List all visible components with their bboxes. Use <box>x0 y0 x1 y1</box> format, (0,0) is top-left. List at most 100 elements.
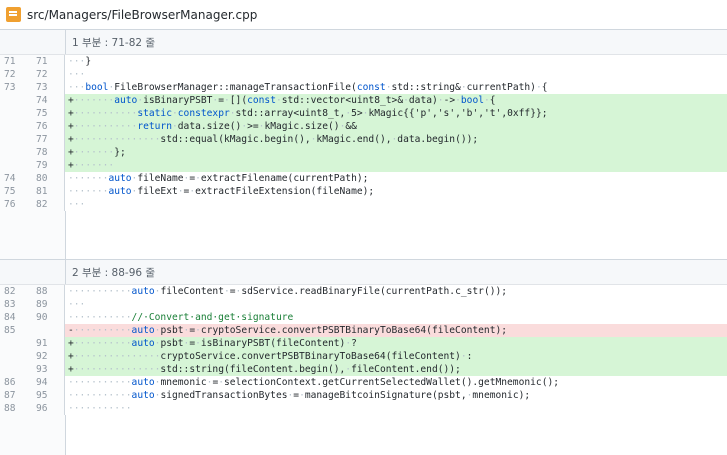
added-line[interactable]: 91 +··········auto·psbt·=·isBinaryPSBT(fi… <box>0 337 727 350</box>
new-line-number: 72 <box>32 68 65 81</box>
hunk-title: 1 부분 : 71-82 줄 <box>72 36 156 49</box>
context-line[interactable]: 84 90 ···········//·Convert·and·get·signat… <box>0 311 727 324</box>
code-text: +·······auto·isBinaryPSBT·=·[](const·std… <box>65 94 727 107</box>
new-line-number: 94 <box>32 376 65 389</box>
old-line-number <box>0 350 32 363</box>
added-line[interactable]: 79 +······· <box>0 159 727 172</box>
code-text: ···········auto·mnemonic·=·selectionCont… <box>68 377 560 388</box>
old-line-number <box>0 133 32 146</box>
old-line-number <box>0 159 32 172</box>
hunk-spacer <box>0 211 727 259</box>
new-line-number: 80 <box>32 172 65 185</box>
context-line[interactable]: 76 82 ··· <box>0 198 727 211</box>
new-line-number: 81 <box>32 185 65 198</box>
new-line-number: 91 <box>32 337 65 350</box>
code-text: ···bool·FileBrowserManager::manageTransa… <box>68 82 548 93</box>
code-text: +···········return·data.size()·>=·kMagic… <box>65 120 727 133</box>
new-line-number: 71 <box>32 55 65 68</box>
new-line-number: 90 <box>32 311 65 324</box>
old-line-number: 84 <box>0 311 32 324</box>
old-line-number: 72 <box>0 68 32 81</box>
code-text: ··· <box>68 299 86 310</box>
code-text: ··········· <box>68 403 132 414</box>
context-line[interactable]: 82 88 ···········auto·fileContent·=·sdServ… <box>0 285 727 298</box>
old-line-number: 87 <box>0 389 32 402</box>
old-line-number: 88 <box>0 402 32 415</box>
code-text: +···············std::equal(kMagic.begin(… <box>65 133 727 146</box>
context-line[interactable]: 71 71 ···} <box>0 55 727 68</box>
old-line-number: 74 <box>0 172 32 185</box>
new-line-number: 82 <box>32 198 65 211</box>
context-line[interactable]: 73 73 ···bool·FileBrowserManager::manageTr… <box>0 81 727 94</box>
diff-hunk: 2 부분 : 88-96 줄 82 88 ···········auto·fileCo… <box>0 259 727 455</box>
old-line-number <box>0 94 32 107</box>
code-text: ···········//·Convert·and·get·signature <box>68 312 294 323</box>
new-line-number: 75 <box>32 107 65 120</box>
added-line[interactable]: 77 +···············std::equal(kMagic.begi… <box>0 133 727 146</box>
code-text: +······· <box>65 159 727 172</box>
new-line-number: 95 <box>32 389 65 402</box>
code-text: +···········static·constexpr·std::array<… <box>65 107 727 120</box>
new-line-number: 73 <box>32 81 65 94</box>
context-line[interactable]: 88 96 ··········· <box>0 402 727 415</box>
code-text: +···············std::string(fileContent.… <box>65 363 727 376</box>
old-line-number <box>0 337 32 350</box>
hunk-gutter <box>0 30 66 54</box>
new-line-number: 96 <box>32 402 65 415</box>
new-line-number: 88 <box>32 285 65 298</box>
new-line-number: 79 <box>32 159 65 172</box>
hunk-header[interactable]: 2 부분 : 88-96 줄 <box>0 260 727 285</box>
added-line[interactable]: 75 +···········static·constexpr·std::arra… <box>0 107 727 120</box>
context-line[interactable]: 75 81 ·······auto·fileExt·=·extractFileExt… <box>0 185 727 198</box>
old-line-number <box>0 363 32 376</box>
hunk-header[interactable]: 1 부분 : 71-82 줄 <box>0 30 727 55</box>
old-line-number: 71 <box>0 55 32 68</box>
old-line-number: 73 <box>0 81 32 94</box>
code-text: ···} <box>68 56 92 67</box>
file-icon <box>6 7 21 22</box>
code-text: ···········auto·signedTransactionBytes·=… <box>68 390 531 401</box>
added-line[interactable]: 92 +···············cryptoService.convertP… <box>0 350 727 363</box>
new-line-number <box>32 324 65 337</box>
code-text: +·······}; <box>65 146 727 159</box>
file-path[interactable]: src/Managers/FileBrowserManager.cpp <box>27 8 257 22</box>
code-text: ·······auto·fileName·=·extractFilename(c… <box>68 173 369 184</box>
old-line-number: 82 <box>0 285 32 298</box>
context-line[interactable]: 83 89 ··· <box>0 298 727 311</box>
old-line-number: 86 <box>0 376 32 389</box>
context-line[interactable]: 86 94 ···········auto·mnemonic·=·selection… <box>0 376 727 389</box>
code-text: ··· <box>68 199 86 210</box>
code-text: +···············cryptoService.convertPSB… <box>65 350 727 363</box>
added-line[interactable]: 74 +·······auto·isBinaryPSBT·=·[](const·s… <box>0 94 727 107</box>
new-line-number: 92 <box>32 350 65 363</box>
diff-hunk: 1 부분 : 71-82 줄 71 71 ···} 72 72 ··· 73 73 ···bool… <box>0 30 727 259</box>
new-line-number: 89 <box>32 298 65 311</box>
new-line-number: 93 <box>32 363 65 376</box>
old-line-number <box>0 120 32 133</box>
added-line[interactable]: 93 +···············std::string(fileConten… <box>0 363 727 376</box>
old-line-number: 83 <box>0 298 32 311</box>
old-line-number: 76 <box>0 198 32 211</box>
removed-line[interactable]: 85 -··········auto·psbt·=·cryptoService.c… <box>0 324 727 337</box>
context-line[interactable]: 74 80 ·······auto·fileName·=·extractFilena… <box>0 172 727 185</box>
hunk-spacer <box>0 415 727 455</box>
code-text: ··· <box>68 69 86 80</box>
new-line-number: 76 <box>32 120 65 133</box>
file-header[interactable]: src/Managers/FileBrowserManager.cpp <box>0 0 727 30</box>
diff-view: 1 부분 : 71-82 줄 71 71 ···} 72 72 ··· 73 73 ···bool… <box>0 30 727 455</box>
new-line-number: 78 <box>32 146 65 159</box>
code-text: -··········auto·psbt·=·cryptoService.con… <box>65 324 727 337</box>
hunk-gutter <box>0 260 66 284</box>
context-line[interactable]: 87 95 ···········auto·signedTransactionByt… <box>0 389 727 402</box>
hunk-title: 2 부분 : 88-96 줄 <box>72 266 156 279</box>
old-line-number <box>0 107 32 120</box>
added-line[interactable]: 78 +·······}; <box>0 146 727 159</box>
added-line[interactable]: 76 +···········return·data.size()·>=·kMag… <box>0 120 727 133</box>
old-line-number <box>0 146 32 159</box>
new-line-number: 74 <box>32 94 65 107</box>
context-line[interactable]: 72 72 ··· <box>0 68 727 81</box>
code-text: ·······auto·fileExt·=·extractFileExtensi… <box>68 186 375 197</box>
new-line-number: 77 <box>32 133 65 146</box>
code-text: ···········auto·fileContent·=·sdService.… <box>68 286 508 297</box>
old-line-number: 75 <box>0 185 32 198</box>
